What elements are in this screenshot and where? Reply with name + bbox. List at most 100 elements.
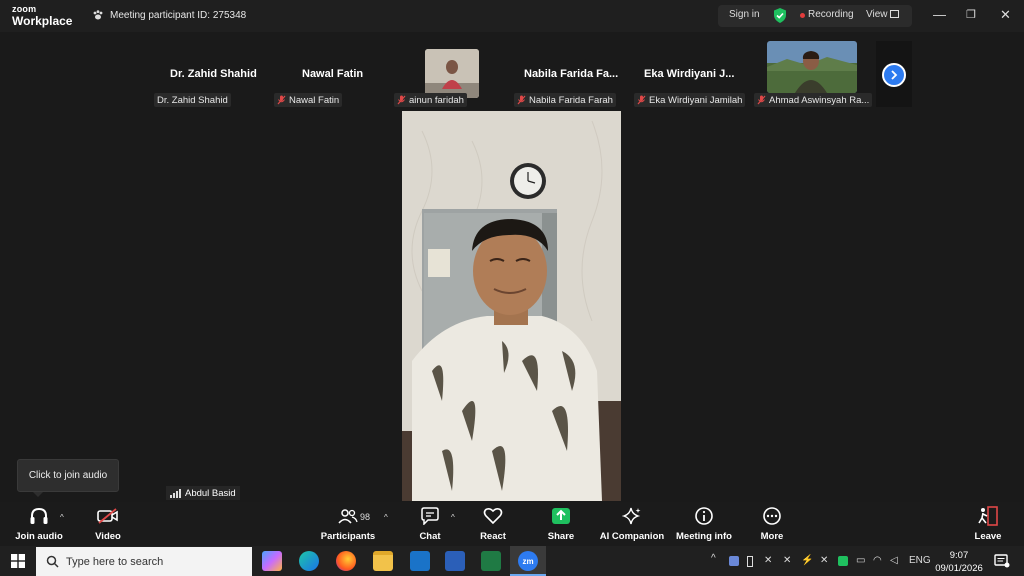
more-icon: [763, 507, 781, 525]
grid-view-icon: [890, 10, 899, 18]
info-icon: [695, 507, 713, 525]
notifications-icon[interactable]: [994, 554, 1010, 568]
tray-device-icon[interactable]: [747, 556, 753, 567]
sign-in-button[interactable]: Sign in: [729, 9, 760, 20]
zoom-logo: zoom Workplace: [12, 4, 73, 28]
chat-icon: [421, 507, 439, 525]
recording-dot-icon: [800, 13, 805, 18]
join-audio-tooltip: Click to join audio: [17, 459, 119, 492]
tooltip-arrow: [33, 492, 43, 497]
headphones-icon: [30, 507, 48, 524]
close-icon[interactable]: ✕: [1000, 7, 1011, 23]
taskbar-clock[interactable]: 9:07 09/01/2026: [930, 549, 988, 575]
ai-companion-button[interactable]: AI Companion: [592, 504, 672, 542]
heart-icon: [483, 507, 503, 525]
participant-tag-label: Eka Wirdiyani Jamilah: [649, 94, 743, 106]
more-label: More: [760, 531, 784, 542]
firefox-icon[interactable]: [336, 551, 356, 571]
speaker-volume-icon[interactable]: ◁: [890, 555, 898, 566]
ai-companion-label: AI Companion: [599, 531, 665, 542]
meeting-id[interactable]: Meeting participant ID: 275348: [92, 9, 246, 21]
participant-name-big: Eka Wirdiyani J...: [644, 68, 735, 80]
input-language[interactable]: ENG: [909, 555, 931, 566]
tray-muted-icon[interactable]: ✕: [820, 555, 828, 566]
leave-button[interactable]: Leave: [948, 504, 1024, 542]
tray-device-icon[interactable]: ▭: [856, 555, 865, 566]
outlook-icon[interactable]: [410, 551, 430, 571]
logo-line2: Workplace: [12, 14, 73, 28]
participant-tag: Ahmad Aswinsyah Ra...: [754, 93, 873, 107]
copilot-icon[interactable]: [262, 551, 282, 571]
mic-muted-icon: [397, 95, 406, 105]
mic-muted-icon: [757, 95, 766, 105]
search-placeholder: Type here to search: [66, 555, 164, 568]
tray-muted-icon[interactable]: ✕: [764, 555, 772, 566]
zoom-app-icon[interactable]: zm: [518, 551, 538, 571]
mic-muted-icon: [517, 95, 526, 105]
restore-icon[interactable]: ❐: [966, 8, 976, 21]
share-screen-icon: [552, 508, 570, 524]
active-speaker-label: Abdul Basid: [166, 486, 240, 500]
meeting-id-text: Meeting participant ID: 275348: [110, 9, 247, 21]
view-button[interactable]: View: [866, 9, 888, 20]
tray-bolt-icon[interactable]: ⚡: [801, 555, 813, 566]
edge-browser-icon[interactable]: [299, 551, 319, 571]
participant-tag: Nawal Fatin: [274, 93, 343, 107]
participant-tag-label: Dr. Zahid Shahid: [157, 94, 228, 106]
video-label: Video: [95, 531, 121, 542]
participants-label: Participants: [320, 531, 376, 542]
excel-icon[interactable]: [481, 551, 501, 571]
participant-portrait: [425, 49, 479, 98]
sparkle-icon: [622, 507, 641, 525]
next-page-button[interactable]: [882, 63, 906, 87]
minimize-icon[interactable]: —: [933, 7, 946, 22]
speaker-video-frame: [402, 111, 621, 501]
participant-tag: ainun faridah: [394, 93, 467, 107]
speaker-name: Abdul Basid: [185, 487, 236, 499]
mic-muted-icon: [637, 95, 646, 105]
clock-date: 09/01/2026: [935, 563, 983, 574]
tray-muted-icon[interactable]: ✕: [783, 555, 791, 566]
paw-icon: [93, 10, 103, 20]
participant-name-big: Nabila Farida Fa...: [524, 68, 619, 80]
tray-expand-icon[interactable]: ^: [711, 553, 716, 564]
logo-line1: zoom: [12, 4, 37, 14]
participant-video-ainun[interactable]: [425, 49, 479, 98]
main-speaker-video[interactable]: [402, 111, 621, 501]
participant-name-big: Dr. Zahid Shahid: [170, 68, 257, 80]
mic-muted-icon: [277, 95, 286, 105]
chevron-right-icon: [891, 70, 898, 80]
participants-count: 98: [360, 512, 371, 522]
file-explorer-icon[interactable]: [373, 551, 393, 571]
tray-app-icon[interactable]: [838, 556, 848, 566]
participant-name-big: Nawal Fatin: [302, 68, 364, 80]
audio-options-caret-icon[interactable]: ^: [60, 513, 64, 522]
video-button[interactable]: Video: [68, 504, 148, 542]
taskbar-search-box[interactable]: Type here to search: [36, 547, 252, 576]
recording-indicator[interactable]: Recording: [808, 9, 854, 20]
shield-icon[interactable]: [773, 8, 787, 23]
word-icon[interactable]: [445, 551, 465, 571]
tray-app-icon[interactable]: [729, 556, 739, 566]
search-icon: [46, 555, 59, 568]
participant-tag: Eka Wirdiyani Jamilah: [634, 93, 746, 107]
participant-tag: Nabila Farida Farah: [514, 93, 616, 107]
participant-portrait: [767, 41, 857, 93]
participant-video-ahmad[interactable]: [767, 41, 857, 93]
share-button[interactable]: Share: [521, 504, 601, 542]
participants-caret-icon[interactable]: ^: [384, 513, 388, 522]
participant-tag-label: Nabila Farida Farah: [529, 94, 613, 106]
leave-label: Leave: [974, 531, 1002, 542]
participants-button[interactable]: Participants: [308, 504, 388, 542]
windows-start-icon[interactable]: [11, 554, 25, 568]
clock-time: 9:07: [949, 550, 969, 561]
participant-tag-label: Nawal Fatin: [289, 94, 340, 106]
video-off-icon: [97, 508, 118, 524]
share-label: Share: [547, 531, 575, 542]
participant-tag-label: Ahmad Aswinsyah Ra...: [769, 94, 870, 106]
signal-bars-icon: [170, 488, 181, 498]
wifi-icon[interactable]: ◠: [873, 555, 882, 566]
participant-tag: Dr. Zahid Shahid: [154, 93, 231, 107]
participants-icon: [338, 509, 358, 524]
more-button[interactable]: More: [732, 504, 812, 542]
